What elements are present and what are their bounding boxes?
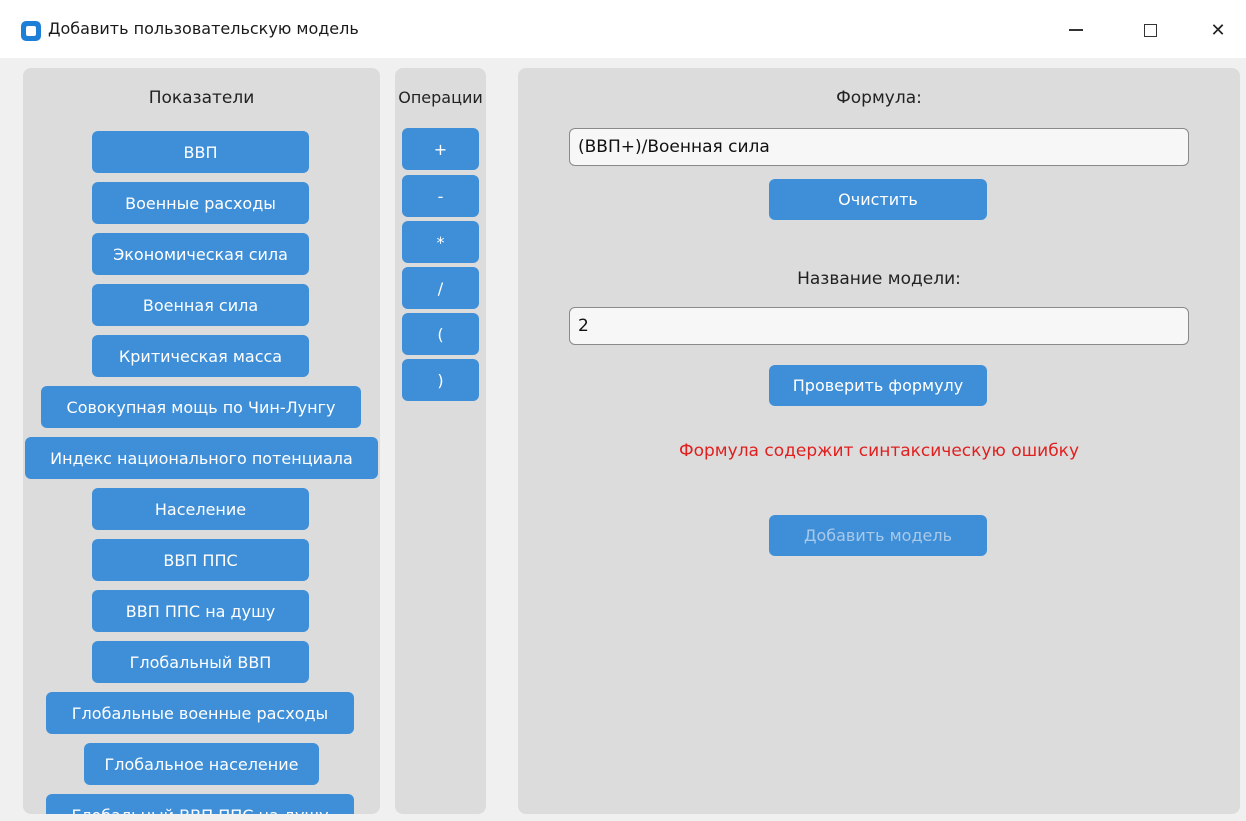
error-message: Формула содержит синтаксическую ошибку	[678, 441, 1080, 461]
indicator-button-population[interactable]: Население	[92, 488, 309, 530]
close-icon: ✕	[1210, 19, 1226, 41]
operation-button-multiply[interactable]: *	[402, 221, 479, 263]
indicator-button-national-potential-index[interactable]: Индекс национального потенциала	[25, 437, 378, 479]
maximize-icon	[1143, 23, 1157, 37]
formula-input[interactable]: (ВВП+)/Военная сила	[569, 128, 1189, 166]
add-model-button[interactable]: Добавить модель	[769, 515, 987, 556]
indicator-button-military-spending[interactable]: Военные расходы	[92, 182, 309, 224]
check-formula-button[interactable]: Проверить формулу	[769, 365, 987, 406]
model-name-label: Название модели:	[797, 269, 961, 289]
operation-button-divide[interactable]: /	[402, 267, 479, 309]
minimize-button[interactable]	[1056, 14, 1096, 46]
formula-panel: Формула: (ВВП+)/Военная сила Очистить На…	[518, 68, 1240, 814]
indicators-heading: Показатели	[148, 88, 255, 108]
indicators-panel: Показатели ВВП Военные расходы Экономиче…	[23, 68, 380, 814]
operation-button-open-paren[interactable]: (	[402, 313, 479, 355]
model-name-input[interactable]: 2	[569, 307, 1189, 345]
minimize-icon	[1069, 29, 1083, 31]
maximize-button[interactable]	[1130, 14, 1170, 46]
indicator-button-global-population[interactable]: Глобальное население	[84, 743, 319, 785]
operation-button-close-paren[interactable]: )	[402, 359, 479, 401]
indicator-button-critical-mass[interactable]: Критическая масса	[92, 335, 309, 377]
indicator-button-gdp[interactable]: ВВП	[92, 131, 309, 173]
window-title: Добавить пользовательскую модель	[48, 19, 359, 38]
indicator-button-gdp-ppp-per-capita[interactable]: ВВП ППС на душу	[92, 590, 309, 632]
operations-panel: Операции + - * / ( )	[395, 68, 486, 814]
indicator-button-global-gdp-ppp-per-capita[interactable]: Глобальный ВВП ППС на душу	[46, 794, 354, 814]
close-button[interactable]: ✕	[1198, 14, 1238, 46]
indicator-button-economic-power[interactable]: Экономическая сила	[92, 233, 309, 275]
operation-button-minus[interactable]: -	[402, 175, 479, 217]
app-icon	[21, 21, 41, 41]
operations-heading: Операции	[398, 88, 483, 107]
indicator-button-gdp-ppp[interactable]: ВВП ППС	[92, 539, 309, 581]
indicator-button-global-gdp[interactable]: Глобальный ВВП	[92, 641, 309, 683]
add-custom-model-window: Добавить пользовательскую модель ✕ Показ…	[0, 0, 1246, 821]
indicator-button-global-military-spending[interactable]: Глобальные военные расходы	[46, 692, 354, 734]
formula-label: Формула:	[836, 88, 922, 108]
title-bar: Добавить пользовательскую модель ✕	[0, 0, 1246, 58]
indicator-button-chin-lung-power[interactable]: Совокупная мощь по Чин-Лунгу	[41, 386, 361, 428]
indicator-button-military-power[interactable]: Военная сила	[92, 284, 309, 326]
operation-button-plus[interactable]: +	[402, 128, 479, 170]
clear-button[interactable]: Очистить	[769, 179, 987, 220]
